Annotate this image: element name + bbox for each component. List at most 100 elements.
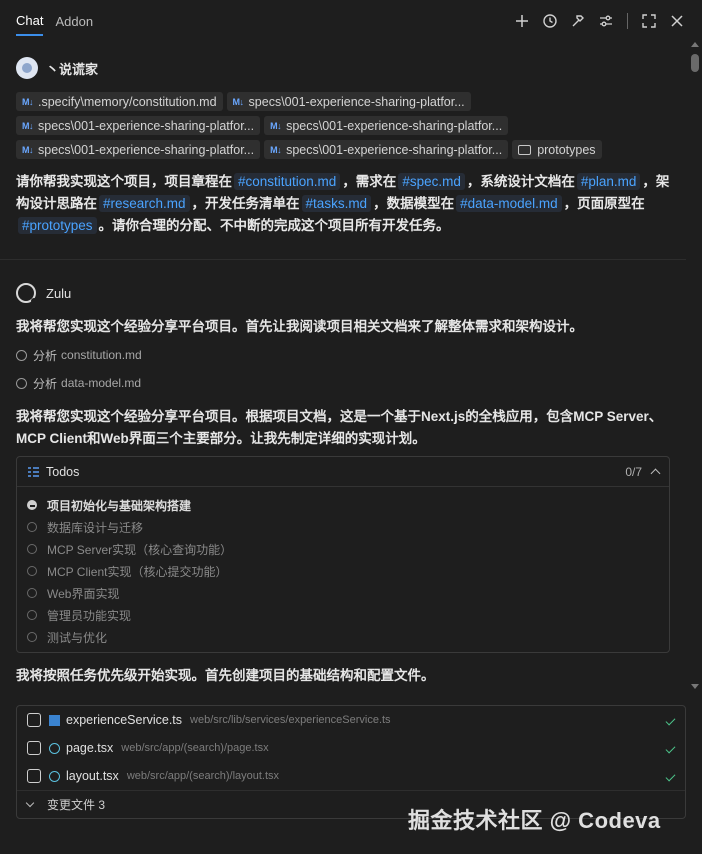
- checklist-icon: [28, 466, 39, 477]
- assistant-intro: 我将帮您实现这个经验分享平台项目。首先让我阅读项目相关文档来了解整体需求和架构设…: [16, 319, 583, 334]
- todo-label: MCP Server实现（核心查询功能）: [47, 542, 233, 557]
- message-text: ，开发任务清单在: [191, 196, 300, 211]
- step-verb: 分析: [33, 348, 58, 363]
- todo-item: 管理员功能实现: [27, 604, 659, 626]
- file-reference[interactable]: #data-model.md: [456, 195, 562, 212]
- todos-header[interactable]: Todos 0/7: [17, 457, 669, 487]
- file-change-row[interactable]: experienceService.ts web/src/lib/service…: [17, 706, 685, 734]
- message-text: ，系统设计文档在: [466, 174, 575, 189]
- assistant-plan: 我将帮您实现这个经验分享平台项目。根据项目文档，这是一个基于Next.js的全栈…: [16, 409, 663, 446]
- context-chip[interactable]: M↓ specs\001-experience-sharing-platfor..…: [226, 92, 471, 111]
- edit-icon: [27, 769, 41, 783]
- context-chip[interactable]: M↓ specs\001-experience-sharing-platfor..…: [16, 140, 261, 159]
- chip-label: specs\001-experience-sharing-platfor...: [38, 142, 255, 157]
- pending-circle-icon: [27, 566, 37, 576]
- typescript-file-icon: [49, 714, 60, 726]
- search-icon: [16, 377, 27, 389]
- file-name: page.tsx: [66, 741, 114, 755]
- todo-item: 测试与优化: [27, 626, 659, 648]
- chevron-down-icon: [25, 798, 35, 808]
- search-icon: [16, 349, 27, 361]
- chip-label: .specify\memory/constitution.md: [38, 94, 217, 109]
- step-file: data-model.md: [61, 376, 142, 390]
- step-verb: 分析: [33, 376, 58, 391]
- todo-label: MCP Client实现（核心提交功能）: [47, 564, 228, 579]
- pending-circle-icon: [27, 588, 37, 598]
- file-change-row[interactable]: layout.tsx web/src/app/(search)/layout.t…: [17, 762, 685, 790]
- file-reference[interactable]: #tasks.md: [301, 195, 372, 212]
- todo-label: 测试与优化: [47, 630, 108, 645]
- file-reference[interactable]: #plan.md: [576, 173, 641, 190]
- user-message: 请你帮我实现这个项目，项目章程在 #constitution.md ，需求在 #spe…: [16, 171, 670, 237]
- chip-label: prototypes: [537, 142, 596, 157]
- hammer-icon[interactable]: [569, 12, 587, 30]
- context-chip[interactable]: M↓ specs\001-experience-sharing-platfor..…: [16, 116, 261, 135]
- todo-item: MCP Server实现（核心查询功能）: [27, 538, 659, 560]
- chip-label: specs\001-experience-sharing-platfor...: [286, 142, 503, 157]
- chip-label: specs\001-experience-sharing-platfor...: [286, 118, 503, 133]
- close-icon[interactable]: [668, 12, 686, 30]
- chat-scroll-area[interactable]: 丶说谎家 M↓ .specify\memory/constitution.md M…: [0, 42, 686, 854]
- todos-title: Todos: [46, 464, 80, 479]
- chevron-up-icon[interactable]: [650, 468, 661, 479]
- analysis-step[interactable]: 分析 constitution.md: [16, 344, 670, 366]
- markdown-icon: M↓: [22, 96, 34, 107]
- user-name: 丶说谎家: [46, 61, 99, 77]
- context-chips: M↓ .specify\memory/constitution.md M↓ spec…: [16, 92, 670, 159]
- pending-circle-icon: [27, 610, 37, 620]
- file-reference[interactable]: #research.md: [99, 195, 190, 212]
- context-chip[interactable]: M↓ .specify\memory/constitution.md: [16, 92, 223, 111]
- context-chip-folder[interactable]: prototypes: [512, 140, 602, 159]
- pending-circle-icon: [27, 544, 37, 554]
- pending-circle-icon: [27, 632, 37, 642]
- markdown-icon: M↓: [22, 144, 34, 155]
- todos-count: 0/7: [625, 464, 642, 479]
- file-reference[interactable]: #prototypes: [18, 217, 97, 234]
- scroll-up-icon[interactable]: [691, 42, 699, 47]
- file-name: experienceService.ts: [66, 713, 183, 727]
- pending-circle-icon: [27, 522, 37, 532]
- scroll-down-icon[interactable]: [691, 684, 699, 689]
- changed-files-label: 变更文件 3: [47, 798, 106, 812]
- file-name: layout.tsx: [66, 769, 119, 783]
- message-text: ，页面原型在: [563, 196, 645, 211]
- message-divider: [0, 259, 686, 260]
- markdown-icon: M↓: [22, 120, 34, 131]
- message-text: ，需求在: [342, 174, 397, 189]
- watermark: 掘金技术社区 @ Codeva: [408, 808, 661, 833]
- file-path: web/src/app/(search)/page.tsx: [121, 742, 269, 754]
- history-icon[interactable]: [541, 12, 559, 30]
- file-path: web/src/lib/services/experienceService.t…: [190, 714, 391, 726]
- file-reference[interactable]: #constitution.md: [234, 173, 341, 190]
- message-text: 。请你合理的分配、不中断的完成这个项目所有开发任务。: [98, 218, 450, 233]
- todo-label: 管理员功能实现: [47, 608, 132, 623]
- toolbar-separator: [627, 13, 628, 29]
- step-file: constitution.md: [61, 348, 142, 362]
- chip-label: specs\001-experience-sharing-platfor...: [38, 118, 255, 133]
- todos-panel: Todos 0/7 项目初始化与基础架构搭建 数据库设计与迁移 MCP Serv…: [16, 456, 670, 653]
- avatar: [16, 57, 38, 79]
- file-changes-panel: experienceService.ts web/src/lib/service…: [16, 705, 686, 819]
- message-text: 请你帮我实现这个项目，项目章程在: [16, 174, 232, 189]
- sliders-icon[interactable]: [597, 12, 615, 30]
- tab-chat[interactable]: Chat: [16, 7, 44, 36]
- todo-item: 数据库设计与迁移: [27, 516, 659, 538]
- edit-icon: [27, 741, 41, 755]
- context-chip[interactable]: M↓ specs\001-experience-sharing-platfor..…: [264, 140, 509, 159]
- check-icon: [665, 715, 676, 725]
- todo-label: 数据库设计与迁移: [47, 520, 144, 535]
- scroll-thumb[interactable]: [691, 54, 699, 72]
- tab-addon[interactable]: Addon: [55, 8, 93, 35]
- scrollbar[interactable]: [688, 42, 702, 854]
- file-change-row[interactable]: page.tsx web/src/app/(search)/page.tsx: [17, 734, 685, 762]
- assistant-name: Zulu: [46, 285, 72, 301]
- react-file-icon: [49, 770, 60, 782]
- context-chip[interactable]: M↓ specs\001-experience-sharing-platfor..…: [264, 116, 509, 135]
- expand-icon[interactable]: [640, 12, 658, 30]
- assistant-followup: 我将按照任务优先级开始实现。首先创建项目的基础结构和配置文件。: [16, 668, 435, 683]
- zulu-logo-icon: [16, 283, 37, 304]
- todo-item: MCP Client实现（核心提交功能）: [27, 560, 659, 582]
- plus-icon[interactable]: [513, 12, 531, 30]
- file-reference[interactable]: #spec.md: [398, 173, 465, 190]
- analysis-step[interactable]: 分析 data-model.md: [16, 372, 670, 394]
